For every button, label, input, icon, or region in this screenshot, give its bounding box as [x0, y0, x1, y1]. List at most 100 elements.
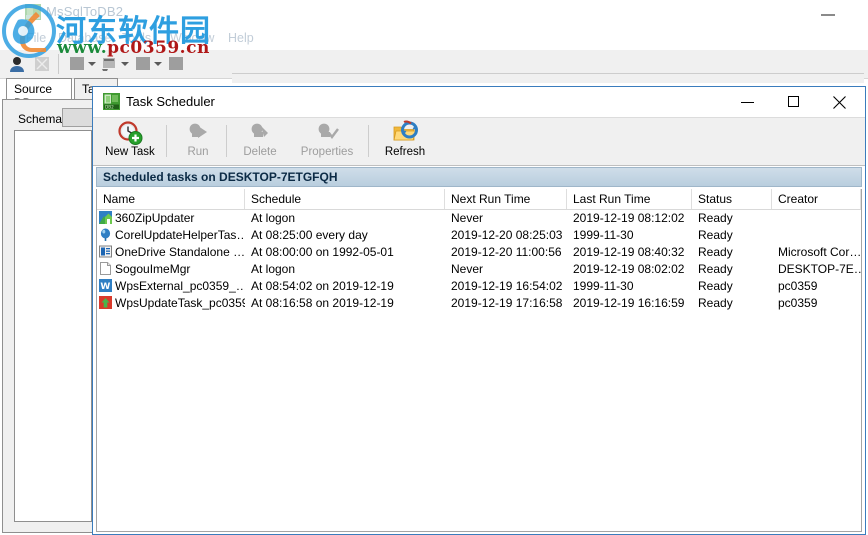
dialog-titlebar[interactable]: DB2 Task Scheduler	[93, 87, 865, 117]
refresh-label: Refresh	[384, 146, 426, 158]
properties-icon	[291, 120, 363, 146]
dialog-toolbar: New Task Run Delete Properties Refresh	[93, 117, 865, 166]
cell-status: Ready	[698, 296, 733, 310]
cell-status: Ready	[698, 228, 733, 242]
task-name-text: 360ZipUpdater	[115, 211, 195, 225]
svg-text:DB2: DB2	[105, 104, 114, 109]
refresh-icon	[375, 120, 435, 146]
cell-status: Ready	[698, 262, 733, 276]
main-window-title: MsSqlToDB2	[46, 4, 124, 19]
main-window-titlebar: MsSqlToDB2	[0, 0, 868, 28]
schema-combobox[interactable]	[62, 108, 96, 127]
table-row[interactable]: SogouImeMgr At logon Never 2019-12-19 08:02…	[97, 261, 861, 278]
main-minimize-button[interactable]	[806, 0, 852, 28]
dialog-close-button[interactable]	[817, 87, 863, 116]
task-name-text: WpsUpdateTask_pc0359	[115, 296, 245, 310]
menu-item-window[interactable]: Window	[170, 31, 214, 45]
cell-last-run: 2019-12-19 16:16:59	[573, 296, 685, 310]
tools-dropdown-arrow[interactable]	[154, 62, 162, 66]
task-name-text: OneDrive Standalone …	[115, 245, 245, 259]
tasks-listview[interactable]: Name Schedule Next Run Time Last Run Tim…	[96, 189, 862, 532]
cell-last-run: 1999-11-30	[573, 279, 634, 293]
new-task-button[interactable]: New Task	[99, 119, 161, 163]
cell-creator: DESKTOP-7E…	[778, 262, 861, 276]
tools-box-icon[interactable]	[134, 55, 152, 73]
run-label: Run	[187, 146, 209, 158]
run-button[interactable]: Run	[173, 119, 223, 163]
main-menubar: File Database Tools Window Help	[0, 28, 868, 50]
table-row[interactable]: CorelUpdateHelperTas… At 08:25:00 every d…	[97, 227, 861, 244]
mssqltodb2-icon	[24, 3, 42, 21]
cell-last-run: 2019-12-19 08:02:02	[573, 262, 685, 276]
toolbar-separator	[58, 54, 59, 74]
toolbar-separator-2	[226, 125, 227, 157]
menu-item-tools[interactable]: Tools	[122, 31, 151, 45]
onedrive-icon	[99, 245, 112, 258]
360zip-icon	[99, 211, 112, 224]
column-header-next-run[interactable]: Next Run Time	[445, 189, 567, 209]
cell-next-run: Never	[451, 211, 484, 225]
task-name-text: WpsExternal_pc0359_…	[115, 279, 245, 293]
properties-button[interactable]: Properties	[291, 119, 363, 163]
task-scheduler-dialog: DB2 Task Scheduler New Task Run Delete P…	[92, 86, 866, 535]
cell-name: 360ZipUpdater	[97, 210, 245, 227]
table-row[interactable]: W WpsExternal_pc0359_… At 08:54:02 on 2019…	[97, 278, 861, 295]
transfer-dropdown-arrow[interactable]	[88, 62, 96, 66]
menu-item-help[interactable]: Help	[228, 31, 254, 45]
table-row[interactable]: WpsUpdateTask_pc0359 At 08:16:58 on 2019-…	[97, 295, 861, 312]
cell-name: SogouImeMgr	[97, 261, 245, 278]
table-row[interactable]: 360ZipUpdater At logon Never 2019-12-19 08:…	[97, 210, 861, 227]
cell-last-run: 2019-12-19 08:12:02	[573, 211, 685, 225]
dialog-maximize-button[interactable]	[771, 87, 817, 116]
column-header-status[interactable]: Status	[692, 189, 772, 209]
cell-next-run: 2019-12-19 17:16:58	[451, 296, 563, 310]
schema-listbox[interactable]	[14, 130, 92, 522]
delete-button[interactable]: Delete	[233, 119, 287, 163]
cell-creator: pc0359	[778, 296, 818, 310]
connect-icon[interactable]	[8, 55, 26, 73]
column-header-name[interactable]: Name	[97, 189, 245, 209]
new-task-label: New Task	[105, 146, 155, 158]
menu-item-database[interactable]: Database	[58, 31, 112, 45]
task-name-text: CorelUpdateHelperTas…	[115, 228, 245, 242]
cell-schedule: At logon	[251, 211, 296, 225]
toolbar-separator-3	[368, 125, 369, 157]
blank-page-icon	[99, 262, 112, 275]
refresh-button[interactable]: Refresh	[375, 119, 435, 163]
cell-creator: Microsoft Cor…	[778, 245, 861, 259]
column-header-last-run[interactable]: Last Run Time	[567, 189, 692, 209]
tab-source-db[interactable]: Source DB	[6, 78, 72, 110]
delete-label: Delete	[243, 146, 277, 158]
schedule-box-icon[interactable]	[167, 55, 185, 73]
cell-next-run: 2019-12-19 16:54:02	[451, 279, 563, 293]
cell-name: CorelUpdateHelperTas…	[97, 227, 245, 244]
dialog-title: Task Scheduler	[126, 94, 215, 109]
properties-label: Properties	[300, 146, 354, 158]
listview-body: 360ZipUpdater At logon Never 2019-12-19 08:…	[97, 210, 861, 312]
menu-item-file[interactable]: File	[26, 31, 46, 45]
corel-balloon-icon	[99, 228, 112, 241]
listview-header: Name Schedule Next Run Time Last Run Tim…	[97, 189, 861, 210]
cell-last-run: 1999-11-30	[573, 228, 634, 242]
cell-name: WpsUpdateTask_pc0359	[97, 295, 245, 312]
toolbar-separator-1	[166, 125, 167, 157]
dialog-minimize-button[interactable]	[725, 87, 771, 116]
table-row[interactable]: OneDrive Standalone … At 08:00:00 on 1992…	[97, 244, 861, 261]
scheduled-tasks-banner: Scheduled tasks on DESKTOP-7ETGFQH	[96, 167, 862, 187]
query-dropdown-arrow[interactable]	[121, 62, 129, 66]
svg-text:W: W	[100, 282, 110, 292]
cell-next-run: 2019-12-20 11:00:56	[451, 245, 562, 259]
cell-name: W WpsExternal_pc0359_…	[97, 278, 245, 295]
cell-status: Ready	[698, 211, 733, 225]
wps-writer-icon: W	[99, 279, 112, 292]
cell-next-run: Never	[451, 262, 484, 276]
cell-schedule: At logon	[251, 262, 296, 276]
cell-creator: pc0359	[778, 279, 818, 293]
new-task-icon	[99, 120, 161, 146]
transfer-icon[interactable]	[68, 55, 86, 73]
cell-creator	[772, 227, 861, 244]
cell-last-run: 2019-12-19 08:40:32	[573, 245, 685, 259]
column-header-creator[interactable]: Creator	[772, 189, 861, 209]
column-header-schedule[interactable]: Schedule	[245, 189, 445, 209]
query-icon[interactable]	[101, 55, 119, 73]
